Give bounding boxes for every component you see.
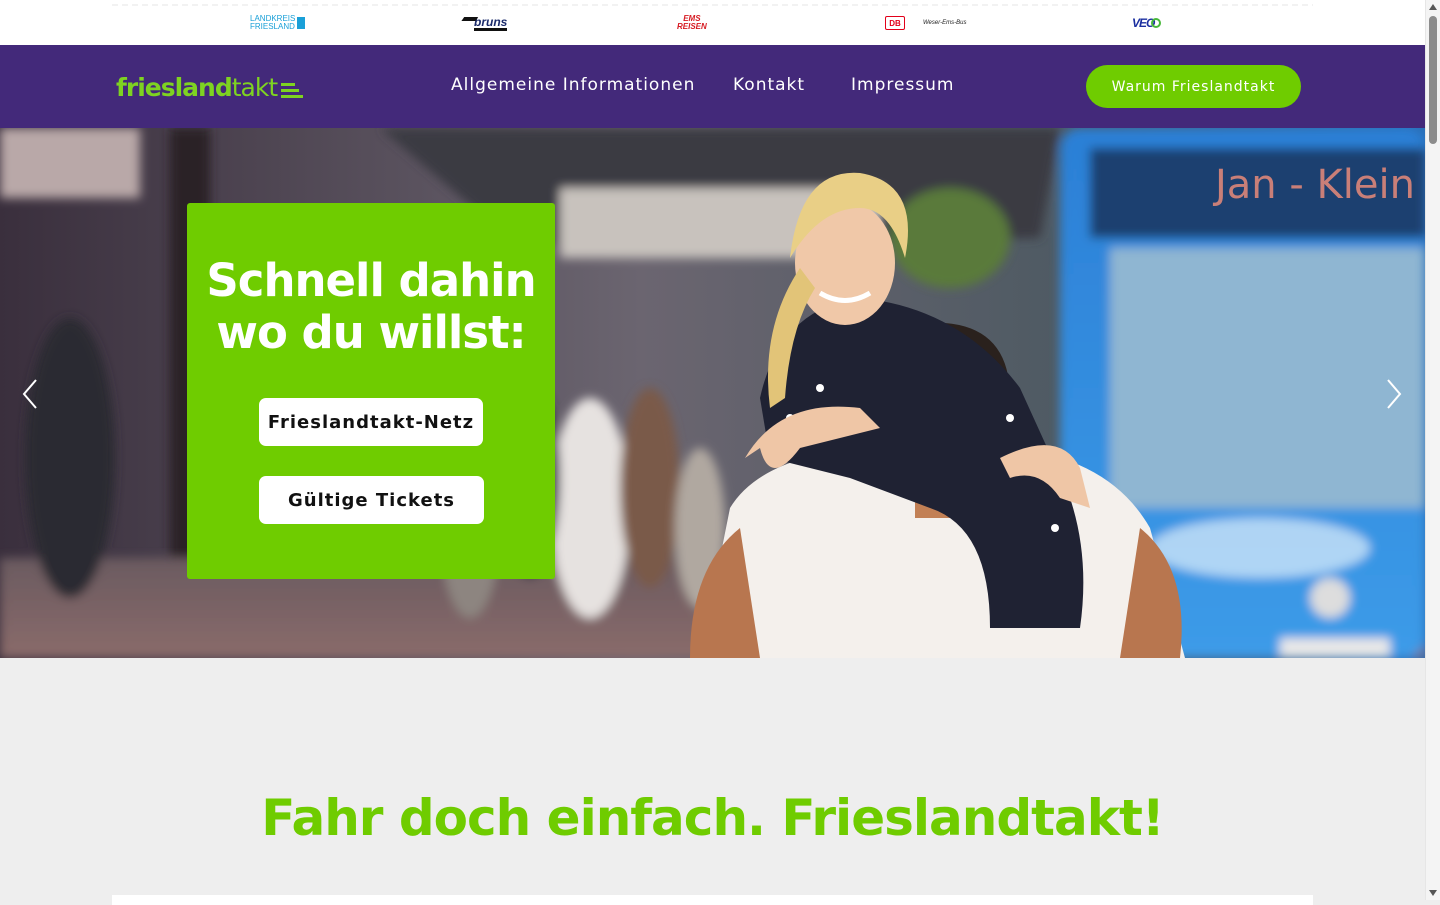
bruns-logo-text: bruns [474,14,508,31]
ems-logo-line2: REISEN [677,22,707,31]
nav-kontakt[interactable]: Kontakt [733,75,805,95]
hero-title-line2: wo du willst: [216,306,526,359]
tagline-heading: Fahr doch einfach. Frieslandtakt! [261,789,1164,847]
bruns-logo[interactable]: bruns [455,12,508,34]
nav-impressum[interactable]: Impressum [851,75,955,95]
frieslandtakt-logo[interactable]: frieslandtakt [116,72,304,102]
veo-ring-icon [1151,18,1162,28]
partner-logo-bar: LANDKREIS FRIESLAND bruns EMS REISEN DB … [0,0,1425,45]
landkreis-flag-icon [297,17,306,29]
hero-card: Schnell dahin wo du willst: Frieslandtak… [187,203,555,579]
slider-prev-arrow-icon[interactable] [16,374,44,414]
veo-logo[interactable]: VEO [1132,12,1162,34]
bus-destination-sign: Jan - Klein [1212,162,1415,208]
db-weser-ems-bus-logo[interactable]: DB Weser-Ems-Bus [885,12,966,34]
partner-bar-divider [112,4,1313,6]
gueltige-tickets-button[interactable]: Gültige Tickets [259,476,484,524]
landkreis-friesland-logo[interactable]: LANDKREIS FRIESLAND [250,12,306,34]
scroll-down-arrow-icon[interactable] [1429,890,1437,896]
warum-frieslandtakt-button[interactable]: Warum Frieslandtakt [1086,65,1301,108]
content-card [112,895,1313,905]
brand-wordmark-light: takt [231,72,278,102]
slider-next-arrow-icon[interactable] [1380,374,1408,414]
hero-title-line1: Schnell dahin [206,254,536,307]
ems-reisen-logo[interactable]: EMS REISEN [677,12,707,34]
brand-wordmark-bold: friesland [116,72,233,102]
brand-lines-icon [281,82,304,98]
landkreis-logo-line2: FRIESLAND [250,22,295,31]
scroll-up-arrow-icon[interactable] [1429,4,1437,10]
brand-wordmark: frieslandtakt [116,72,278,102]
weser-ems-bus-text: Weser-Ems-Bus [923,20,967,26]
frieslandtakt-netz-button[interactable]: Frieslandtakt-Netz [259,398,483,446]
nav-allgemeine-informationen[interactable]: Allgemeine Informationen [451,75,695,95]
content-section: Fahr doch einfach. Frieslandtakt! [0,658,1425,905]
page-scrollbar[interactable] [1425,0,1440,900]
db-logo-text: DB [885,16,905,30]
site-header: frieslandtakt Allgemeine Informationen K… [0,45,1425,128]
hero-title: Schnell dahin wo du willst: [187,255,555,359]
hero-slider: Jan - Klein Schnell dahin wo du willst: … [0,128,1425,658]
scroll-thumb[interactable] [1429,16,1437,144]
